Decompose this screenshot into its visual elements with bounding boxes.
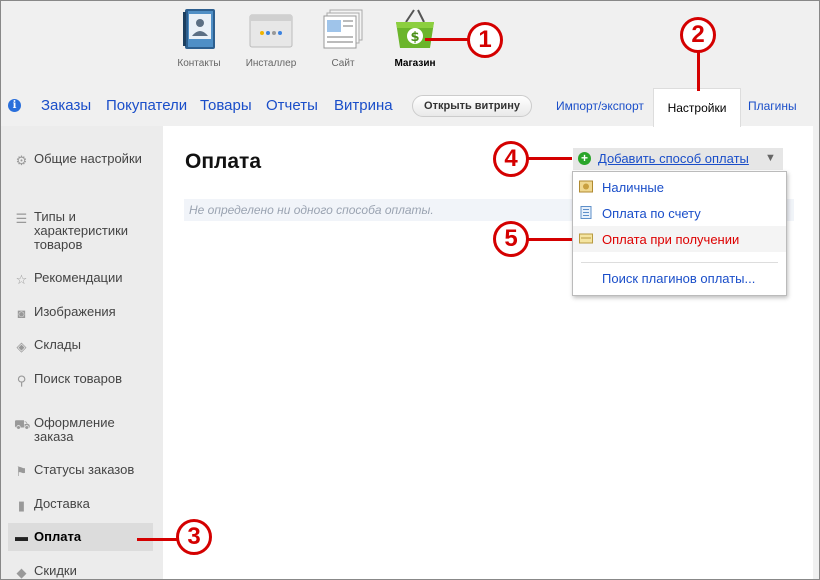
- sidebar-item-label: Скидки: [34, 563, 77, 578]
- sidebar-item-payment[interactable]: ▬ Оплата: [8, 523, 153, 551]
- open-storefront-button[interactable]: Открыть витрину: [412, 95, 532, 117]
- callout-5-line: [528, 238, 572, 241]
- magnifier-icon: ⚲: [16, 373, 27, 388]
- sidebar-item-label: Общие настройки: [34, 151, 142, 166]
- nav-customers[interactable]: Покупатели: [106, 97, 187, 114]
- tag-icon: ◆: [16, 565, 27, 580]
- cart-icon: ⛟: [14, 417, 31, 432]
- callout-3-line: [137, 538, 177, 541]
- app-label: Магазин: [394, 58, 436, 69]
- sidebar-item-label: Типы и характеристики товаров: [34, 209, 129, 252]
- payment-methods-dropdown: Наличные Оплата по счету Оплата при полу…: [572, 171, 787, 296]
- nav-storefront[interactable]: Витрина: [334, 97, 393, 114]
- empty-message: Не определено ни одного способа оплаты.: [189, 203, 434, 217]
- dropdown-item-invoice[interactable]: Оплата по счету: [573, 200, 786, 226]
- sidebar-item-checkout[interactable]: ⛟ Оформление заказа: [8, 416, 153, 444]
- tab-settings[interactable]: Настройки: [653, 88, 741, 127]
- app-installer[interactable]: Инсталлер: [236, 6, 306, 69]
- app-site[interactable]: Сайт: [308, 6, 378, 69]
- app-label: Инсталлер: [245, 58, 297, 69]
- svg-text:$: $: [410, 30, 419, 45]
- star-icon: ☆: [15, 272, 28, 287]
- dropdown-item-find-plugins[interactable]: Поиск плагинов оплаты...: [573, 265, 786, 291]
- sidebar-item-label: Изображения: [34, 304, 116, 319]
- nav-reports[interactable]: Отчеты: [266, 97, 318, 114]
- dropdown-item-label: Поиск плагинов оплаты...: [602, 271, 756, 286]
- callout-4: 4: [493, 141, 529, 177]
- camera-icon: ◙: [17, 306, 26, 321]
- box-icon: ◈: [16, 339, 27, 354]
- chevron-down-icon: ▼: [765, 152, 776, 164]
- sidebar-item-stocks[interactable]: ◈ Склады: [8, 337, 153, 355]
- sidebar-item-label: Оплата: [34, 529, 82, 544]
- dropdown-divider: [581, 262, 778, 263]
- plus-icon: +: [578, 152, 591, 165]
- app-label: Контакты: [177, 58, 221, 69]
- callout-1: 1: [467, 22, 503, 58]
- nav-plugins[interactable]: Плагины: [748, 99, 797, 113]
- shop-basket-icon: $: [392, 6, 438, 52]
- cod-icon: [579, 232, 593, 245]
- callout-1-line: [425, 38, 471, 41]
- sidebar-item-label: Склады: [34, 337, 81, 352]
- dropdown-item-label: Наличные: [602, 180, 664, 195]
- dropdown-item-cod[interactable]: Оплата при получении: [573, 226, 786, 252]
- main-nav: i Заказы Покупатели Товары Отчеты Витрин…: [0, 88, 820, 127]
- sidebar-item-general[interactable]: ⚙ Общие настройки: [8, 151, 153, 169]
- gears-icon: ⚙: [15, 153, 28, 168]
- list-icon: ☰: [15, 211, 28, 226]
- nav-orders[interactable]: Заказы: [41, 97, 91, 114]
- sidebar-item-images[interactable]: ◙ Изображения: [8, 304, 153, 322]
- info-icon[interactable]: i: [8, 99, 21, 112]
- invoice-icon: [579, 206, 593, 219]
- app-label: Сайт: [331, 58, 355, 69]
- money-icon: ▬: [15, 529, 28, 544]
- sidebar-item-discounts[interactable]: ◆ Скидки: [8, 563, 153, 580]
- dropdown-item-label: Оплата при получении: [602, 232, 740, 247]
- sidebar-item-types[interactable]: ☰ Типы и характеристики товаров: [8, 210, 153, 252]
- sidebar-item-search[interactable]: ⚲ Поиск товаров: [8, 371, 153, 389]
- callout-3: 3: [176, 519, 212, 555]
- dropdown-item-label: Оплата по счету: [602, 206, 701, 221]
- flag-icon: ⚑: [15, 464, 28, 479]
- dropdown-item-cash[interactable]: Наличные: [573, 174, 786, 200]
- add-payment-method-label: Добавить способ оплаты: [598, 151, 749, 166]
- sidebar-item-label: Поиск товаров: [34, 371, 123, 386]
- truck-icon: ▮: [17, 498, 26, 513]
- sidebar-item-label: Доставка: [34, 496, 90, 511]
- main-content: Оплата Не определено ни одного способа о…: [163, 126, 813, 580]
- sidebar-item-order-statuses[interactable]: ⚑ Статусы заказов: [8, 462, 153, 480]
- contacts-book-icon: [176, 6, 222, 52]
- nav-import-export[interactable]: Импорт/экспорт: [556, 99, 644, 113]
- callout-2: 2: [680, 17, 716, 53]
- installer-window-icon: [248, 6, 294, 52]
- callout-5: 5: [493, 221, 529, 257]
- page-title: Оплата: [185, 150, 262, 173]
- add-payment-method-button[interactable]: + Добавить способ оплаты ▼: [573, 148, 783, 170]
- cash-icon: [579, 180, 593, 193]
- settings-sidebar: ⚙ Общие настройки ☰ Типы и характеристик…: [0, 126, 163, 580]
- nav-products[interactable]: Товары: [200, 97, 252, 114]
- callout-2-line: [697, 50, 700, 91]
- sidebar-item-recommendations[interactable]: ☆ Рекомендации: [8, 270, 153, 288]
- app-contacts[interactable]: Контакты: [164, 6, 234, 69]
- sidebar-item-label: Статусы заказов: [34, 462, 135, 477]
- callout-4-line: [528, 157, 572, 160]
- site-pages-icon: [320, 6, 366, 52]
- sidebar-item-shipping[interactable]: ▮ Доставка: [8, 496, 153, 514]
- sidebar-item-label: Рекомендации: [34, 270, 123, 285]
